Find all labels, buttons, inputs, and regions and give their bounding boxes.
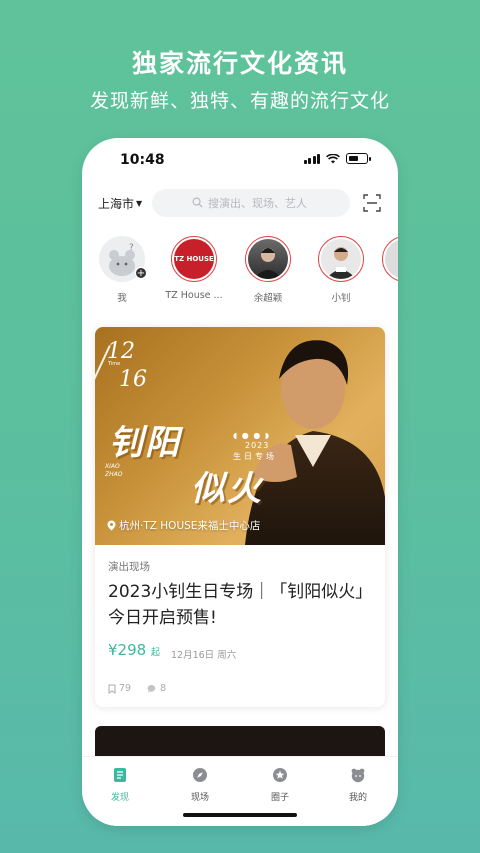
avatar: ? + (99, 236, 147, 282)
bookmark-icon (108, 684, 116, 694)
tab-label: 圈子 (270, 793, 289, 803)
tab-bar: 发现 现场 圈子 我的 (82, 756, 398, 826)
city-label: 上海市 (98, 197, 135, 211)
comment-stat[interactable]: 8 (147, 683, 166, 694)
tab-label: 发现 (110, 793, 129, 803)
star-icon (273, 768, 287, 782)
tab-circle[interactable]: 圈子 (250, 767, 310, 803)
tab-label: 我的 (348, 793, 367, 803)
status-bar: 10:48 (82, 138, 398, 182)
poster-latin-line2: ZHAO (105, 471, 123, 478)
top-bar: 上海市 ▼ 搜演出、现场、艺人 (82, 188, 398, 218)
search-icon (192, 197, 203, 208)
story-row: ? + 我 TZ HOUSE TZ House ... 余超颖 小钊 (82, 236, 398, 316)
avatar (318, 236, 364, 282)
story-tz-house[interactable]: TZ HOUSE TZ House ... (164, 236, 224, 301)
poster-title-line2: 似火 (191, 469, 263, 509)
status-icons (303, 153, 371, 164)
story-xiao-zhao[interactable]: 小钊 (311, 236, 371, 304)
battery-icon (346, 153, 371, 164)
promo-headline: 独家流行文化资讯 (131, 49, 348, 78)
story-label: 我 (117, 293, 127, 304)
comment-icon (147, 684, 156, 693)
poster-title-line1: 钊阳 (109, 423, 181, 463)
person-photo (326, 247, 356, 279)
card-date: 12月16日 周六 (171, 650, 237, 661)
location-text: 杭州·TZ HOUSE来福士中心店 (119, 520, 261, 532)
story-label: 小钊 (331, 293, 351, 304)
tab-discover[interactable]: 发现 (90, 767, 150, 803)
tab-label: 现场 (190, 793, 209, 803)
poster-latin: XIAO ZHAO (105, 463, 122, 479)
card-title[interactable]: 2023小钊生日专场｜「钊阳似火」 今日开启预售! (108, 579, 376, 631)
location-pin-icon (107, 520, 116, 531)
event-poster: 12 Time 16 ◖ ● ● ◗ 2023 生日专场 钊阳 XIAO ZHA… (95, 327, 385, 545)
scan-icon[interactable] (362, 193, 382, 213)
story-me[interactable]: ? + 我 (92, 236, 152, 304)
card-price: ¥298 起 (108, 641, 160, 659)
person-photo (254, 248, 282, 279)
story-partial[interactable] (382, 236, 398, 282)
poster-day: 16 (119, 367, 147, 392)
compass-icon (193, 768, 207, 782)
card-category: 演出现场 (108, 561, 150, 573)
story-label: 余超颖 (253, 293, 283, 304)
promo-subline: 发现新鲜、独特、有趣的流行文化 (89, 90, 390, 112)
signal-icon (303, 153, 320, 164)
poster-location: 杭州·TZ HOUSE来福士中心店 (107, 518, 260, 533)
moon-phase-decoration: ◖ ● ● ◗ (233, 431, 271, 440)
feed-card[interactable]: 12 Time 16 ◖ ● ● ◗ 2023 生日专场 钊阳 XIAO ZHA… (95, 327, 385, 707)
city-selector[interactable]: 上海市 ▼ (98, 195, 142, 212)
home-indicator (183, 813, 297, 817)
wifi-icon (326, 153, 340, 163)
avatar (382, 236, 398, 282)
search-input[interactable]: 搜演出、现场、艺人 (152, 189, 350, 217)
svg-text:?: ? (129, 243, 134, 253)
price-unit: 起 (150, 648, 160, 658)
poster-year: 2023 (245, 441, 270, 450)
discover-icon (114, 768, 126, 782)
avatar (245, 236, 291, 282)
tab-profile[interactable]: 我的 (328, 767, 388, 803)
bookmark-count: 79 (119, 683, 132, 694)
add-icon: + (135, 267, 147, 279)
card-stats: 79 8 (108, 683, 166, 694)
phone-frame: 10:48 上海市 ▼ 搜演出、现场、艺人 ? + 我 TZ HOUSE TZ … (82, 138, 398, 826)
caret-down-icon: ▼ (136, 199, 143, 208)
tz-house-logo: TZ HOUSE (174, 255, 214, 263)
poster-latin-line1: XIAO (105, 463, 120, 470)
bookmark-stat[interactable]: 79 (108, 683, 131, 694)
comment-count: 8 (160, 683, 167, 694)
story-yu-chaoying[interactable]: 余超颖 (238, 236, 298, 304)
tab-live[interactable]: 现场 (170, 767, 230, 803)
story-label: TZ House ... (165, 290, 223, 301)
price-value: ¥298 (108, 641, 147, 659)
avatar: TZ HOUSE (171, 236, 217, 282)
search-placeholder: 搜演出、现场、艺人 (208, 197, 307, 210)
profile-icon (351, 768, 365, 783)
status-time: 10:48 (120, 152, 165, 168)
